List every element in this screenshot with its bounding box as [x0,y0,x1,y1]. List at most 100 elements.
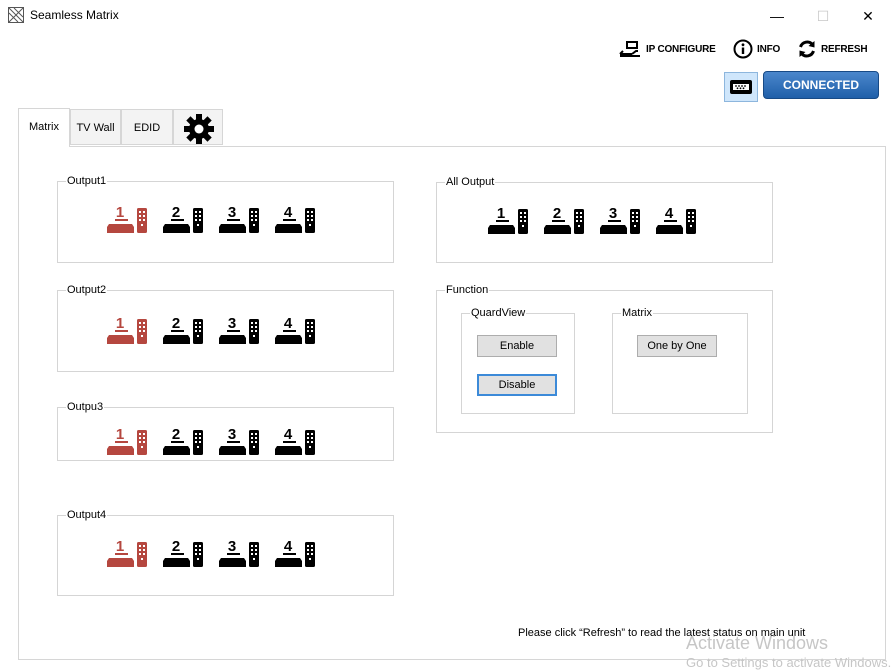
disable-button[interactable]: Disable [477,374,557,396]
all-source-port-4[interactable]: 4 [655,203,711,237]
port-number: 1 [116,426,124,443]
port-number: 2 [172,315,180,332]
output3-group: Outpu3 1 2 3 4 [57,401,394,461]
all-output-ports: 1 2 3 4 [487,203,711,237]
source-port-1[interactable]: 1 [106,536,162,570]
ip-configure-button[interactable]: IP CONFIGURE [618,38,716,60]
port-number: 3 [228,538,236,555]
source-device-icon: 3 [219,315,259,344]
info-icon [733,39,753,59]
tab-tv-wall[interactable]: TV Wall [70,109,121,145]
source-device-icon: 1 [107,426,147,455]
output1-ports: 1 2 3 4 [106,202,330,236]
info-label: INFO [757,43,781,55]
port-number: 3 [609,205,617,222]
source-port-2[interactable]: 2 [162,536,218,570]
title-bar: Seamless Matrix — ☐ ✕ [0,0,891,30]
source-device-icon: 2 [163,204,203,233]
function-group: Function QuardView Enable Disable Matrix… [436,284,773,433]
output4-ports: 1 2 3 4 [106,536,330,570]
port-number: 1 [116,315,124,332]
source-device-icon: 4 [275,204,315,233]
source-port-3[interactable]: 3 [218,202,274,236]
maximize-button[interactable]: ☐ [803,5,843,27]
output3-title: Outpu3 [66,401,105,414]
output2-group: Output2 1 2 3 4 [57,284,394,372]
port-number: 1 [116,538,124,555]
output3-ports: 1 2 3 4 [106,424,330,458]
source-device-icon: 4 [275,315,315,344]
info-button[interactable]: INFO [733,38,780,60]
port-number: 2 [172,426,180,443]
matrix-mode-group: Matrix One by One [612,307,748,414]
source-port-4[interactable]: 4 [274,536,330,570]
output2-ports: 1 2 3 4 [106,313,330,347]
port-number: 2 [172,538,180,555]
source-port-4[interactable]: 4 [274,424,330,458]
output4-title: Output4 [66,509,108,522]
function-title: Function [445,284,490,297]
all-source-port-2[interactable]: 2 [543,203,599,237]
port-number: 2 [172,204,180,221]
port-number: 3 [228,315,236,332]
source-port-4[interactable]: 4 [274,313,330,347]
port-number: 4 [284,204,293,221]
port-number: 2 [553,205,561,222]
source-port-2[interactable]: 2 [162,313,218,347]
refresh-icon [799,40,815,58]
source-device-icon: 4 [275,538,315,567]
all-source-port-3[interactable]: 3 [599,203,655,237]
source-port-1[interactable]: 1 [106,424,162,458]
matrix-mode-title: Matrix [621,307,653,320]
output4-group: Output4 1 2 3 4 [57,509,394,596]
port-number: 4 [665,205,674,222]
port-number: 1 [116,204,124,221]
source-device-icon: 1 [107,204,147,233]
tab-settings[interactable] [173,109,223,145]
tab-edid[interactable]: EDID [121,109,173,145]
source-device-icon: 2 [544,205,584,234]
port-number: 4 [284,538,293,555]
output2-title: Output2 [66,284,108,297]
source-device-icon: 3 [219,538,259,567]
connected-status-button[interactable]: CONNECTED [763,71,879,99]
source-device-icon: 1 [107,538,147,567]
source-device-icon: 3 [219,204,259,233]
network-device-icon [619,41,640,57]
gear-icon [184,114,214,144]
one-by-one-button[interactable]: One by One [637,335,717,357]
source-port-3[interactable]: 3 [218,424,274,458]
serial-port-icon [730,80,752,94]
app-logo-icon [8,7,24,23]
source-device-icon: 2 [163,426,203,455]
source-port-2[interactable]: 2 [162,424,218,458]
tab-matrix[interactable]: Matrix [18,108,70,147]
source-device-icon: 4 [656,205,696,234]
source-port-2[interactable]: 2 [162,202,218,236]
serial-port-button[interactable] [724,72,758,102]
source-device-icon: 2 [163,538,203,567]
matrix-tab-panel: Output1 1 2 3 4 Output2 1 2 3 4 Outpu3 1… [18,146,886,660]
source-port-1[interactable]: 1 [106,202,162,236]
refresh-label: REFRESH [821,43,868,55]
source-device-icon: 4 [275,426,315,455]
activate-windows-watermark: Activate Windows [686,633,829,653]
source-device-icon: 3 [600,205,640,234]
source-device-icon: 2 [163,315,203,344]
source-device-icon: 1 [488,205,528,234]
source-port-1[interactable]: 1 [106,313,162,347]
source-port-4[interactable]: 4 [274,202,330,236]
port-number: 1 [497,205,505,222]
source-port-3[interactable]: 3 [218,313,274,347]
quardview-title: QuardView [470,307,527,320]
enable-button[interactable]: Enable [477,335,557,357]
minimize-button[interactable]: — [757,5,797,27]
window-title: Seamless Matrix [30,8,119,22]
source-port-3[interactable]: 3 [218,536,274,570]
close-button[interactable]: ✕ [848,5,888,27]
source-device-icon: 3 [219,426,259,455]
port-number: 3 [228,204,236,221]
all-source-port-1[interactable]: 1 [487,203,543,237]
refresh-button[interactable]: REFRESH [797,38,868,60]
ip-configure-label: IP CONFIGURE [646,43,716,55]
